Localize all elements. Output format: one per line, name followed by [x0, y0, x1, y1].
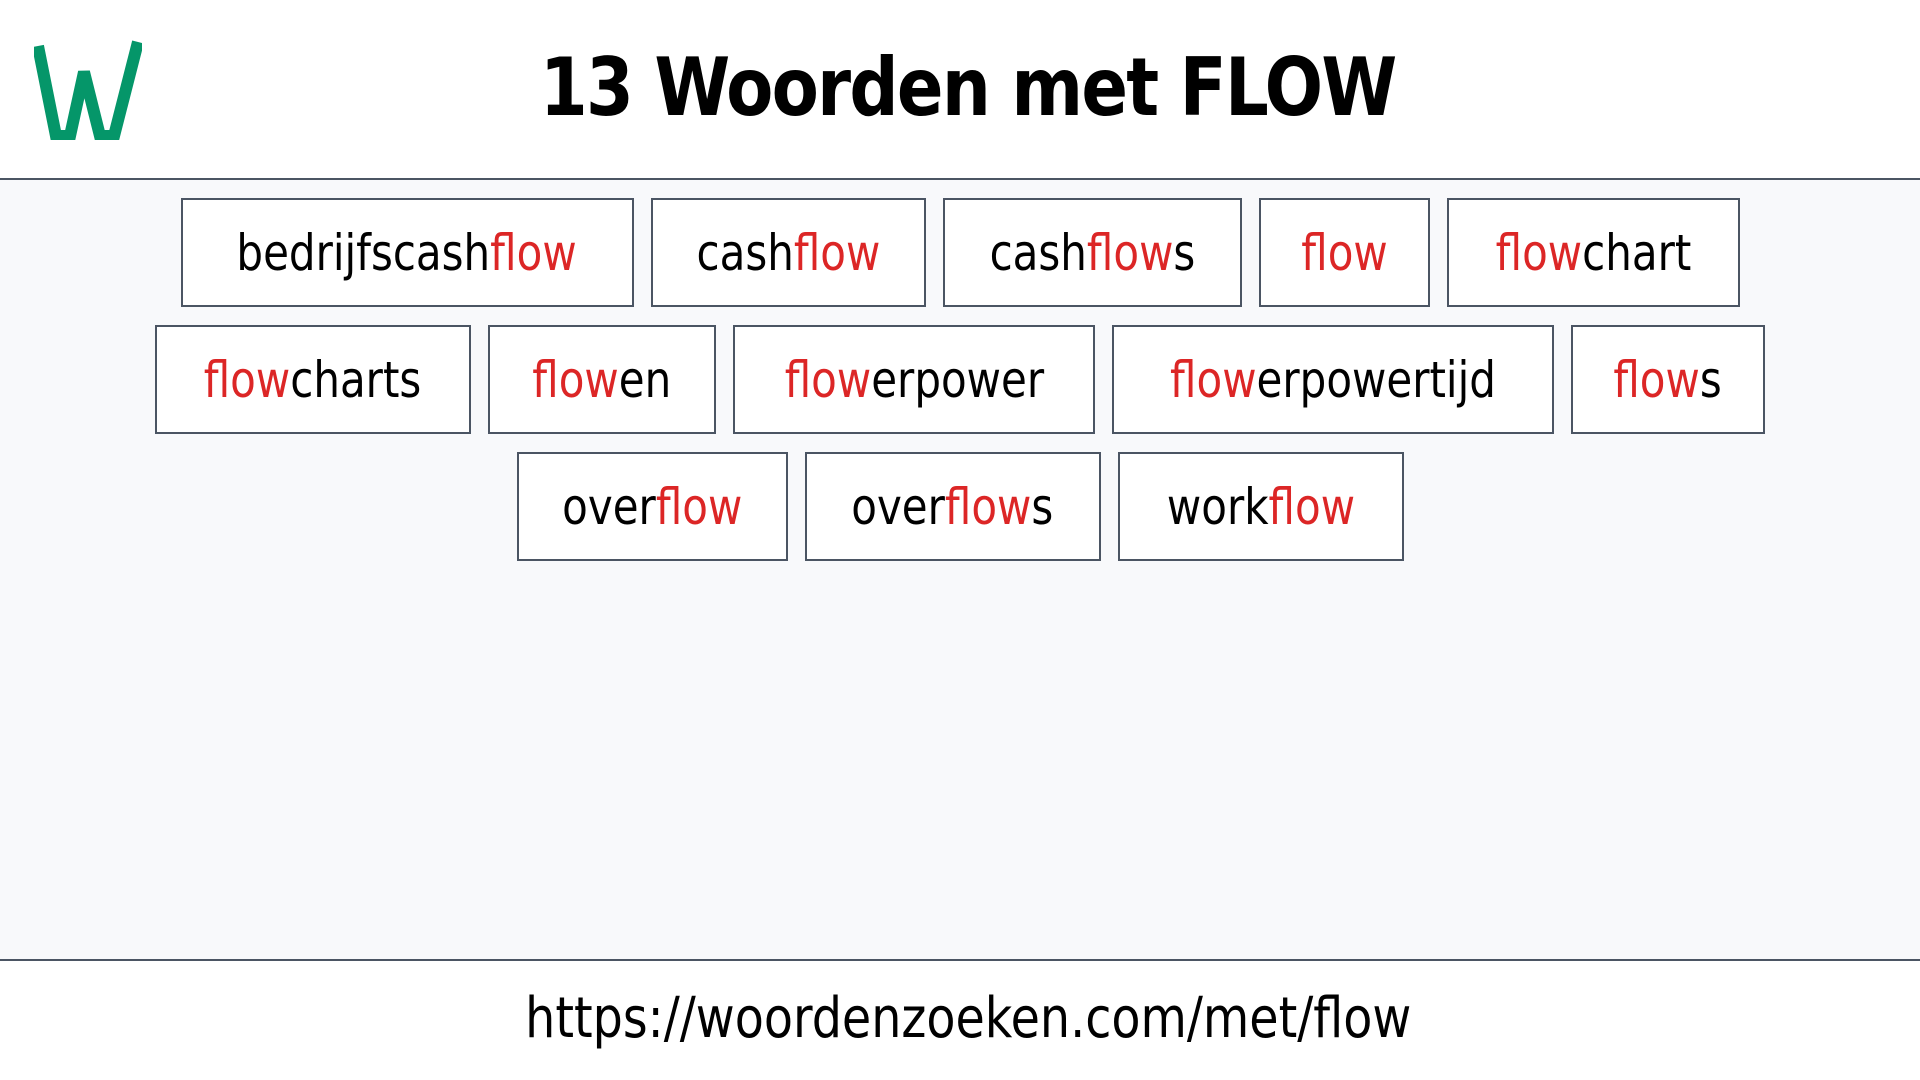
word-row: overflow overflows workflow — [516, 452, 1404, 561]
word-item[interactable]: overflows — [804, 452, 1101, 561]
word-match: flow — [204, 350, 291, 409]
word-item[interactable]: flowerpower — [733, 325, 1095, 434]
word-suffix: chart — [1581, 223, 1691, 282]
word-suffix: erpower — [870, 350, 1044, 409]
word-item[interactable]: flows — [1571, 325, 1765, 434]
word-row: flowcharts flowen flowerpower flowerpowe… — [155, 325, 1765, 434]
page-title: 13 Woorden met FLOW — [539, 41, 1397, 134]
word-prefix: over — [851, 477, 946, 536]
word-item[interactable]: flow — [1258, 198, 1430, 307]
word-match: flow — [490, 223, 578, 282]
word-item[interactable]: flowcharts — [155, 325, 471, 434]
word-list: bedrijfscashflow cashflow cashflows flow… — [0, 198, 1920, 561]
word-match: flow — [532, 350, 620, 409]
word-item[interactable]: flowerpowertijd — [1112, 325, 1554, 434]
word-match: flow — [1613, 350, 1701, 409]
word-match: flow — [1268, 477, 1355, 536]
word-prefix: over — [561, 477, 656, 536]
word-suffix: charts — [290, 350, 422, 409]
word-match: flow — [784, 350, 871, 409]
word-prefix: cash — [696, 223, 794, 282]
word-match: flow — [1170, 350, 1257, 409]
word-suffix: s — [1700, 350, 1723, 409]
word-list-area: bedrijfscashflow cashflow cashflows flow… — [0, 180, 1920, 961]
word-row: bedrijfscashflow cashflow cashflows flow… — [180, 198, 1740, 307]
word-item[interactable]: flowchart — [1446, 198, 1740, 307]
word-match: flow — [655, 477, 743, 536]
word-prefix: bedrijfscash — [236, 223, 491, 282]
footer: https://woordenzoeken.com/met/flow — [0, 962, 1920, 1080]
word-prefix: cash — [989, 223, 1087, 282]
header: 13 Woorden met FLOW — [0, 0, 1920, 180]
word-suffix: erpowertijd — [1256, 350, 1496, 409]
word-match: flow — [1495, 223, 1582, 282]
word-item[interactable]: overflow — [516, 452, 788, 561]
logo-w-icon[interactable] — [34, 40, 142, 140]
word-suffix: en — [619, 350, 672, 409]
word-suffix: s — [1031, 477, 1054, 536]
word-suffix: s — [1172, 223, 1195, 282]
word-match: flow — [793, 223, 880, 282]
word-item[interactable]: flowen — [488, 325, 716, 434]
word-match: flow — [1300, 223, 1388, 282]
word-item[interactable]: cashflows — [942, 198, 1242, 307]
word-match: flow — [945, 477, 1032, 536]
word-match: flow — [1086, 223, 1173, 282]
word-item[interactable]: bedrijfscashflow — [180, 198, 634, 307]
word-item[interactable]: workflow — [1117, 452, 1404, 561]
word-prefix: work — [1166, 477, 1269, 536]
page-url[interactable]: https://woordenzoeken.com/met/flow — [152, 984, 1784, 1054]
word-item[interactable]: cashflow — [650, 198, 926, 307]
